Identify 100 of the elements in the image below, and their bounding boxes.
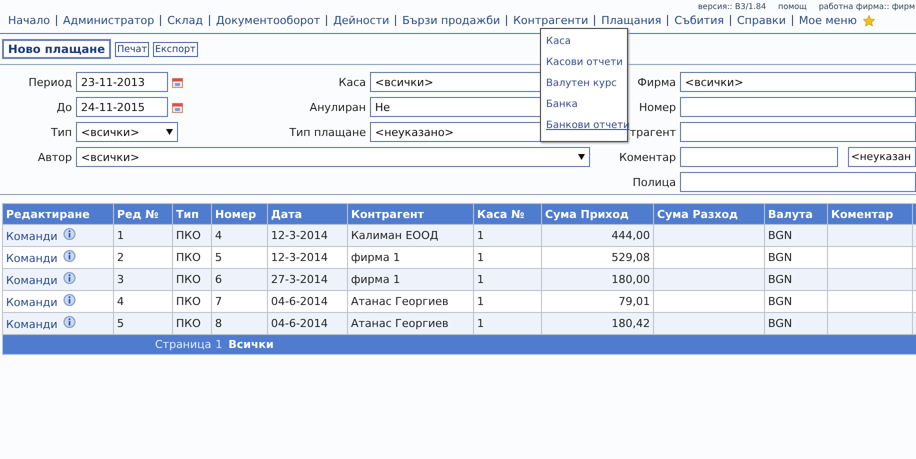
info-icon[interactable] bbox=[62, 272, 76, 285]
calendar-icon[interactable] bbox=[172, 102, 183, 112]
table-cell: 180,00 bbox=[542, 268, 654, 290]
table-cell: 444,00 bbox=[542, 224, 654, 246]
date-field[interactable]: 23-11-2013 bbox=[76, 72, 168, 92]
table-cell: ПКО bbox=[172, 246, 212, 268]
table-cell: 12-3-2014 bbox=[268, 246, 348, 268]
table-cell: BGN bbox=[764, 290, 828, 312]
nav-link[interactable]: Дейности bbox=[333, 14, 390, 27]
all-pages-link[interactable]: Всички bbox=[228, 338, 274, 351]
page-label: Страница bbox=[155, 338, 212, 351]
field-label: Коментар bbox=[619, 150, 676, 164]
help-link[interactable]: помощ bbox=[778, 2, 807, 11]
nav-link[interactable]: Бързи продажби bbox=[402, 14, 500, 27]
star-icon[interactable] bbox=[862, 14, 875, 26]
menu-item[interactable]: Каса bbox=[541, 32, 627, 53]
column-header[interactable]: Редактиране bbox=[2, 204, 114, 224]
menu-item[interactable]: Касови отчети bbox=[541, 53, 627, 74]
toolbar-button[interactable]: Печат bbox=[115, 42, 150, 56]
input-field[interactable] bbox=[680, 122, 916, 142]
commands-link[interactable]: Команди bbox=[6, 252, 58, 265]
table-cell: Атанас Георгиев bbox=[348, 290, 474, 312]
table-cell: 1 bbox=[474, 246, 542, 268]
field-label: Тип bbox=[50, 126, 72, 138]
commands-link[interactable]: Команди bbox=[6, 274, 58, 287]
info-icon[interactable] bbox=[62, 250, 76, 263]
table-cell: ПКО bbox=[172, 268, 212, 290]
field-label: Полица bbox=[632, 176, 676, 188]
table-cell: 1 bbox=[474, 224, 542, 246]
commands-link[interactable]: Команди bbox=[6, 318, 58, 331]
nav-link[interactable]: Склад bbox=[167, 14, 203, 27]
table-cell: 79,01 bbox=[542, 290, 654, 312]
table-cell: BGN bbox=[764, 246, 828, 268]
commands-link[interactable]: Команди bbox=[6, 296, 58, 309]
table-cell: 4 bbox=[212, 224, 268, 246]
table-cell: 2 bbox=[114, 246, 172, 268]
column-header[interactable]: Сума Разход bbox=[654, 204, 764, 224]
info-icon[interactable] bbox=[62, 228, 76, 241]
toolbar-button[interactable]: Експорт bbox=[153, 42, 198, 56]
table-cell: 1 bbox=[114, 224, 172, 246]
nav-link[interactable]: Събития bbox=[674, 14, 724, 27]
table-cell: Калиман ЕООД bbox=[348, 224, 474, 246]
table-cell: 8 bbox=[212, 312, 268, 334]
table-cell: 180,42 bbox=[542, 312, 654, 334]
info-icon[interactable] bbox=[62, 316, 76, 329]
nav-link[interactable]: Начало bbox=[8, 14, 50, 27]
table-cell: 27-3-2014 bbox=[268, 268, 348, 290]
table-cell: ПКО bbox=[172, 224, 212, 246]
column-header[interactable]: Тип bbox=[172, 204, 212, 224]
info-icon[interactable] bbox=[62, 294, 76, 307]
table-cell: Атанас Георгиев bbox=[348, 312, 474, 334]
commands-link[interactable]: Команди bbox=[6, 230, 58, 243]
calendar-icon[interactable] bbox=[172, 76, 183, 88]
table-cell: фирма 1 bbox=[348, 268, 474, 290]
input-field[interactable] bbox=[680, 97, 916, 117]
table-cell: BGN bbox=[764, 268, 828, 290]
nav-link[interactable]: Мое меню bbox=[798, 14, 857, 27]
table-cell: 1 bbox=[474, 268, 542, 290]
input-field[interactable] bbox=[680, 147, 838, 167]
column-header[interactable]: Сума Приход bbox=[542, 204, 654, 224]
table-cell: 529,08 bbox=[542, 246, 654, 268]
date-field[interactable]: 24-11-2015 bbox=[76, 97, 168, 117]
column-header[interactable]: Контрагент bbox=[348, 204, 474, 224]
table-cell: 04-6-2014 bbox=[268, 312, 348, 334]
caret-icon bbox=[166, 129, 173, 135]
select-field[interactable]: <всички> bbox=[680, 72, 916, 92]
column-header[interactable]: Ред № bbox=[114, 204, 172, 224]
column-header[interactable]: Дата bbox=[268, 204, 348, 224]
column-header[interactable]: Каса № bbox=[474, 204, 542, 224]
field-label: трагент bbox=[630, 126, 676, 138]
field-label: До bbox=[56, 100, 72, 114]
column-header[interactable]: Коментар bbox=[828, 204, 912, 224]
select-field[interactable]: <неуказан bbox=[848, 147, 916, 167]
new-payment-button[interactable]: Ново плащане bbox=[2, 39, 112, 59]
table-cell: BGN bbox=[764, 312, 828, 334]
select-field[interactable]: <всички> bbox=[76, 122, 178, 142]
nav-link[interactable]: Плащания bbox=[601, 14, 662, 27]
field-label: Фирма bbox=[637, 76, 676, 88]
table-cell: BGN bbox=[764, 224, 828, 246]
field-label: Каса bbox=[338, 76, 366, 88]
company-text: работна фирма:: фирм bbox=[818, 2, 915, 11]
select-field[interactable]: <всички> bbox=[76, 147, 590, 167]
column-header[interactable]: Валута bbox=[764, 204, 828, 224]
field-label: Анулиран bbox=[310, 100, 366, 114]
column-header[interactable]: Номер bbox=[212, 204, 268, 224]
table-cell: 04-6-2014 bbox=[268, 290, 348, 312]
table-cell: фирма 1 bbox=[348, 246, 474, 268]
nav-link[interactable]: Контрагенти bbox=[513, 14, 588, 27]
table-cell: 6 bbox=[212, 268, 268, 290]
table-cell: 1 bbox=[474, 312, 542, 334]
caret-icon bbox=[578, 154, 585, 160]
table-cell: 5 bbox=[114, 312, 172, 334]
field-label: Тип плащане bbox=[289, 126, 366, 138]
input-field[interactable] bbox=[680, 172, 916, 192]
nav-link[interactable]: Администратор bbox=[63, 14, 154, 27]
field-label: Период bbox=[28, 76, 72, 88]
nav-link[interactable]: Справки bbox=[736, 14, 786, 27]
table-cell: 1 bbox=[474, 290, 542, 312]
table-cell: 3 bbox=[114, 268, 172, 290]
nav-link[interactable]: Документооборот bbox=[216, 14, 320, 27]
